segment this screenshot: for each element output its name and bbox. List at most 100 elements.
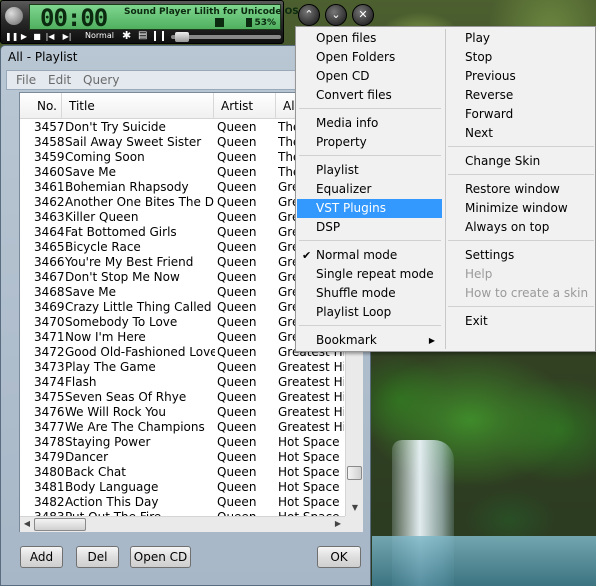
- track-artist-cell: Queen: [217, 150, 257, 164]
- menu-item-vst-plugins[interactable]: VST Plugins: [297, 199, 442, 218]
- table-row[interactable]: 3479 Dancer Queen Hot Space: [20, 450, 345, 465]
- table-row[interactable]: 3475Seven Seas Of RhyeQueenGreatest Hits: [20, 390, 345, 405]
- menu-item-help: Help: [465, 267, 493, 281]
- player-bar[interactable]: 00:00 Sound Player Lilith for Unicode OS…: [0, 0, 304, 44]
- volume-level-icon: [246, 18, 253, 27]
- stop-icon[interactable]: ■: [32, 31, 42, 42]
- track-album-cell: Hot Space: [278, 465, 340, 479]
- menu-item-exit[interactable]: Exit: [446, 312, 595, 331]
- track-album-cell: Greatest Hits: [278, 390, 344, 404]
- menu-item-open-folders[interactable]: Open Folders: [297, 48, 442, 67]
- equalizer-icon[interactable]: [154, 31, 164, 41]
- table-row[interactable]: 3478 Staying Power Queen Hot Space: [20, 435, 345, 450]
- table-row[interactable]: 3476We Will Rock YouQueenGreatest Hits: [20, 405, 345, 420]
- menu-item-normal-mode[interactable]: ✔ Normal mode: [297, 246, 442, 265]
- menu-query[interactable]: Query: [83, 73, 119, 87]
- menu-item-playlist-loop[interactable]: Playlist Loop: [297, 303, 442, 322]
- column-no[interactable]: No.: [20, 93, 62, 119]
- scroll-right-arrow-icon[interactable]: ▶: [333, 519, 343, 528]
- menu-item-bookmark[interactable]: Bookmark ▶: [297, 331, 442, 350]
- track-album-cell: Hot Space: [278, 450, 340, 464]
- lcd-meta: 53%: [215, 18, 276, 28]
- table-row[interactable]: 3482 Action This Day Queen Hot Space: [20, 495, 345, 510]
- horizontal-scroll-thumb[interactable]: [34, 518, 86, 531]
- previous-icon[interactable]: |◀: [45, 31, 55, 42]
- menu-item-single-repeat-mode[interactable]: Single repeat mode: [297, 265, 442, 284]
- table-row[interactable]: 3477We Are The ChampionsQueenGreatest Hi…: [20, 420, 345, 435]
- track-title-cell: Action This Day: [65, 495, 159, 509]
- menu-item-property[interactable]: Property: [297, 133, 442, 152]
- submenu-arrow-icon: ▶: [428, 336, 435, 345]
- menu-item-equalizer[interactable]: Equalizer: [297, 180, 442, 199]
- collapse-up-icon[interactable]: ⌃: [298, 4, 320, 26]
- menu-item-next[interactable]: Next: [446, 124, 595, 143]
- menu-item-convert-files[interactable]: Convert files: [297, 86, 442, 105]
- app-logo-icon[interactable]: [5, 7, 23, 25]
- track-title-cell: Good Old-Fashioned Love...: [65, 345, 215, 359]
- table-row[interactable]: 3480 Back Chat Queen Hot Space: [20, 465, 345, 480]
- next-icon[interactable]: ▶|: [62, 31, 72, 42]
- playlist-doc-icon[interactable]: ▤: [138, 30, 147, 41]
- horizontal-scrollbar[interactable]: ◀ ▶: [20, 516, 345, 532]
- menu-item-dsp[interactable]: DSP: [297, 218, 442, 237]
- add-button[interactable]: Add: [20, 546, 63, 568]
- mode-label[interactable]: Normal: [85, 31, 114, 40]
- menu-item-previous[interactable]: Previous: [446, 67, 595, 86]
- menu-item-stop[interactable]: Stop: [446, 48, 595, 67]
- menu-item-playlist[interactable]: Playlist: [297, 161, 442, 180]
- menu-item-forward[interactable]: Forward: [446, 105, 595, 124]
- checkmark-icon: ✔: [302, 249, 312, 262]
- track-title-cell: Another One Bites The Dust: [65, 195, 215, 209]
- gear-icon[interactable]: ✱: [122, 29, 131, 42]
- track-artist-cell: Queen: [217, 135, 257, 149]
- scroll-left-arrow-icon[interactable]: ◀: [22, 519, 32, 528]
- scroll-corner: [345, 516, 363, 532]
- track-album-cell: Greatest Hits: [278, 375, 344, 389]
- track-title-cell: Save Me: [65, 285, 117, 299]
- column-title[interactable]: Title: [62, 93, 214, 119]
- track-artist-cell: Queen: [217, 450, 257, 464]
- menu-item-open-cd[interactable]: Open CD: [297, 67, 442, 86]
- scroll-down-arrow-icon[interactable]: ▼: [349, 503, 361, 513]
- menu-item-restore-window[interactable]: Restore window: [446, 180, 595, 199]
- track-title-cell: Don't Try Suicide: [65, 120, 166, 134]
- track-artist-cell: Queen: [217, 315, 257, 329]
- menu-item-how-to-create-skin: How to create a skin: [465, 286, 589, 300]
- menu-file[interactable]: File: [16, 73, 36, 87]
- track-title-cell: Seven Seas Of Rhye: [65, 390, 187, 404]
- close-icon[interactable]: ✕: [352, 4, 374, 26]
- track-artist-cell: Queen: [217, 195, 257, 209]
- track-title-cell: Save Me: [65, 165, 117, 179]
- vertical-scroll-thumb[interactable]: [347, 466, 362, 480]
- table-row[interactable]: 3481 Body Language Queen Hot Space: [20, 480, 345, 495]
- track-title-cell: Back Chat: [65, 465, 126, 479]
- menu-item-minimize-window[interactable]: Minimize window: [446, 199, 595, 218]
- menu-item-label: Bookmark: [316, 333, 377, 347]
- track-album-cell: Hot Space: [278, 435, 340, 449]
- menu-item-reverse[interactable]: Reverse: [446, 86, 595, 105]
- track-album-cell: Greatest Hits: [278, 420, 344, 434]
- context-menu[interactable]: Open files Open Folders Open CD Convert …: [295, 26, 596, 352]
- track-artist-cell: Queen: [217, 465, 257, 479]
- menu-separator: [448, 174, 594, 175]
- track-title-cell: Sail Away Sweet Sister: [65, 135, 202, 149]
- table-row[interactable]: 3473Play The GameQueenGreatest Hits: [20, 360, 345, 375]
- menu-item-media-info[interactable]: Media info: [297, 114, 442, 133]
- pause-icon[interactable]: ❚❚: [5, 31, 18, 42]
- menu-item-open-files[interactable]: Open files: [297, 29, 442, 48]
- menu-item-shuffle-mode[interactable]: Shuffle mode: [297, 284, 442, 303]
- play-icon[interactable]: ▶: [19, 31, 29, 42]
- ok-button[interactable]: OK: [317, 546, 361, 568]
- column-artist[interactable]: Artist: [214, 93, 276, 119]
- menu-edit[interactable]: Edit: [48, 73, 71, 87]
- track-title-cell: You're My Best Friend: [65, 255, 194, 269]
- seek-slider-knob[interactable]: [175, 32, 189, 42]
- open-cd-button[interactable]: Open CD: [130, 546, 191, 568]
- table-row[interactable]: 3474FlashQueenGreatest Hits: [20, 375, 345, 390]
- menu-item-change-skin[interactable]: Change Skin: [446, 152, 595, 171]
- menu-item-settings[interactable]: Settings: [446, 246, 595, 265]
- menu-item-always-on-top[interactable]: Always on top: [446, 218, 595, 237]
- del-button[interactable]: Del: [76, 546, 119, 568]
- menu-item-play[interactable]: Play: [446, 29, 595, 48]
- expand-down-icon[interactable]: ⌄: [325, 4, 347, 26]
